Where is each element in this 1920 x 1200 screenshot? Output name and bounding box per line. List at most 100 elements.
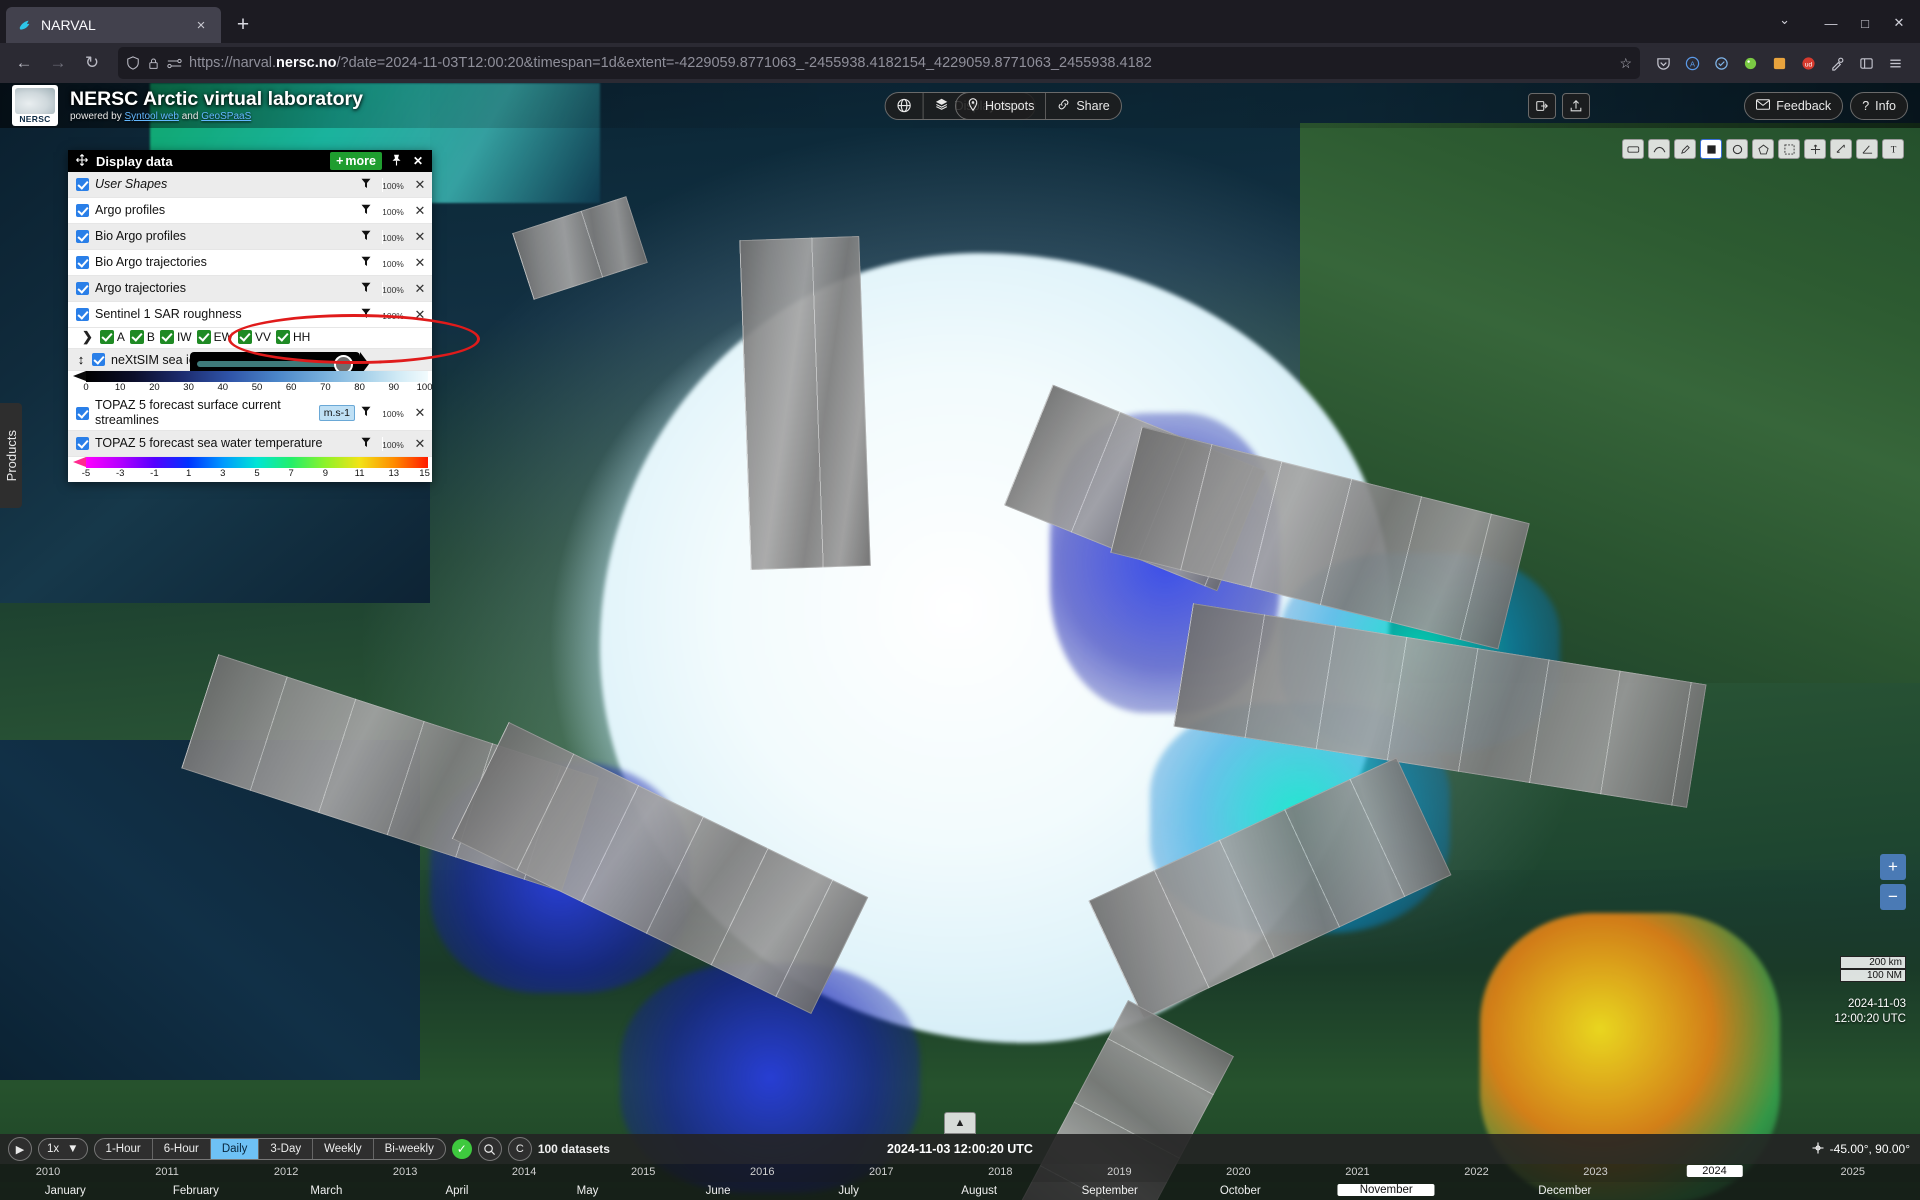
year[interactable]: 2015 — [631, 1166, 655, 1178]
layer-checkbox[interactable] — [76, 230, 89, 243]
account-icon[interactable]: A — [1679, 50, 1705, 76]
month-current[interactable]: November — [1337, 1184, 1435, 1196]
month[interactable]: October — [1220, 1185, 1261, 1197]
zoom-out-button[interactable]: − — [1880, 884, 1906, 910]
layer-checkbox[interactable] — [92, 353, 105, 366]
sar-checkbox[interactable] — [275, 330, 290, 344]
polygon-icon[interactable] — [1752, 139, 1774, 159]
menu-icon[interactable] — [1882, 50, 1908, 76]
layer-checkbox[interactable] — [76, 178, 89, 191]
year[interactable]: 2021 — [1345, 1166, 1369, 1178]
year[interactable]: 2016 — [750, 1166, 774, 1178]
year[interactable]: 2020 — [1226, 1166, 1250, 1178]
sar-checkbox[interactable] — [159, 330, 174, 344]
remove-layer-icon[interactable]: ✕ — [414, 255, 426, 271]
eraser-icon[interactable] — [1622, 139, 1644, 159]
remove-layer-icon[interactable]: ✕ — [414, 203, 426, 219]
bookmark-icon[interactable]: ☆ — [1619, 55, 1632, 72]
reload-icon[interactable]: ↻ — [76, 47, 108, 79]
url-text[interactable]: https://narval.nersc.no/?date=2024-11-03… — [189, 55, 1612, 71]
text-icon[interactable]: T — [1882, 139, 1904, 159]
remove-layer-icon[interactable]: ✕ — [414, 177, 426, 193]
year[interactable]: 2022 — [1464, 1166, 1488, 1178]
timestep-1-hour[interactable]: 1-Hour — [95, 1139, 152, 1159]
timestep-daily[interactable]: Daily — [209, 1139, 259, 1159]
circle-icon[interactable] — [1726, 139, 1748, 159]
layer-checkbox[interactable] — [76, 256, 89, 269]
move-icon[interactable] — [1804, 139, 1826, 159]
address-bar[interactable]: https://narval.nersc.no/?date=2024-11-03… — [118, 47, 1640, 79]
info-button[interactable]: ? Info — [1851, 93, 1907, 119]
opacity-control[interactable]: 100% — [378, 282, 408, 296]
globe-icon[interactable] — [886, 93, 923, 119]
lock-icon[interactable] — [147, 57, 160, 70]
opacity-control[interactable]: 100% — [378, 437, 408, 451]
forward-icon[interactable]: → — [42, 47, 74, 79]
remove-layer-icon[interactable]: ✕ — [414, 405, 426, 421]
pencil-icon[interactable] — [1674, 139, 1696, 159]
shield-ext-icon[interactable] — [1708, 50, 1734, 76]
remove-layer-icon[interactable]: ✕ — [414, 436, 426, 452]
close-panel-icon[interactable]: ✕ — [410, 154, 426, 168]
year[interactable]: 2025 — [1841, 1166, 1865, 1178]
add-more-button[interactable]: + more — [330, 152, 382, 170]
timestep-3-day[interactable]: 3-Day — [258, 1139, 312, 1159]
polyline-icon[interactable] — [1648, 139, 1670, 159]
shield-icon[interactable] — [126, 56, 140, 70]
month[interactable]: December — [1538, 1185, 1591, 1197]
month[interactable]: May — [577, 1185, 599, 1197]
sar-checkbox[interactable] — [237, 330, 252, 344]
month[interactable]: September — [1082, 1185, 1138, 1197]
year[interactable]: 2011 — [155, 1166, 179, 1178]
sar-option-hh[interactable]: HH — [275, 330, 310, 344]
close-window-button[interactable]: ✕ — [1884, 10, 1914, 36]
geospaas-link[interactable]: GeoSPaaS — [201, 111, 251, 122]
zoom-in-button[interactable]: + — [1880, 854, 1906, 880]
layer-checkbox[interactable] — [76, 282, 89, 295]
month[interactable]: February — [173, 1185, 219, 1197]
status-badge[interactable]: ✓ — [451, 1139, 472, 1159]
eyedropper-icon[interactable] — [1824, 50, 1850, 76]
timeline-months[interactable]: January February March April May June Ju… — [0, 1182, 1920, 1200]
search-icon[interactable] — [477, 1137, 502, 1161]
browser-tab[interactable]: NARVAL × — [6, 7, 221, 43]
square-icon[interactable] — [1700, 139, 1722, 159]
opacity-control[interactable]: 100% — [378, 308, 408, 322]
month[interactable]: March — [310, 1185, 342, 1197]
share-button[interactable]: Share — [1045, 92, 1120, 119]
pocket-icon[interactable] — [1650, 50, 1676, 76]
opacity-control[interactable]: 100% — [378, 406, 408, 420]
layer-row-topaz-sea-water-temperature[interactable]: TOPAZ 5 forecast sea water temperature 1… — [68, 431, 432, 457]
year[interactable]: 2017 — [869, 1166, 893, 1178]
year[interactable]: 2013 — [393, 1166, 417, 1178]
sar-option-a[interactable]: A — [99, 330, 125, 344]
sar-option-b[interactable]: B — [129, 330, 155, 344]
products-tab[interactable]: Products — [0, 403, 22, 508]
palette-icon[interactable] — [1737, 50, 1763, 76]
login-icon[interactable] — [1528, 92, 1556, 119]
sar-option-vv[interactable]: VV — [237, 330, 271, 344]
move-icon[interactable] — [74, 153, 90, 169]
filter-icon[interactable] — [361, 230, 372, 244]
filter-icon[interactable] — [361, 256, 372, 270]
month[interactable]: January — [45, 1185, 86, 1197]
opacity-control[interactable]: 100% — [378, 178, 408, 192]
feedback-button[interactable]: Feedback — [1745, 93, 1842, 119]
play-button[interactable]: ▶ — [8, 1137, 32, 1161]
badge-ud-icon[interactable]: ud — [1795, 50, 1821, 76]
back-icon[interactable]: ← — [8, 47, 40, 79]
layer-row-bio-argo-profiles[interactable]: Bio Argo profiles 100% ✕ — [68, 224, 432, 250]
month[interactable]: June — [706, 1185, 731, 1197]
layer-row-nextsim-sea-ice[interactable]: ↕ neXtSIM sea ice conce 100% — [68, 349, 432, 376]
layer-checkbox[interactable] — [76, 204, 89, 217]
year[interactable]: 2010 — [36, 1166, 60, 1178]
layer-row-argo-profiles[interactable]: Argo profiles 100% ✕ — [68, 198, 432, 224]
new-tab-button[interactable]: + — [227, 9, 259, 41]
layer-row-topaz-surface-current[interactable]: TOPAZ 5 forecast surface current streamli… — [68, 396, 432, 431]
layer-checkbox[interactable] — [76, 437, 89, 450]
filter-icon[interactable] — [361, 178, 372, 192]
opacity-control[interactable]: 100% — [378, 204, 408, 218]
sidebar-icon[interactable] — [1853, 50, 1879, 76]
sar-checkbox[interactable] — [129, 330, 144, 344]
timeline-years[interactable]: 2010 2011 2012 2013 2014 2015 2016 2017 … — [0, 1164, 1920, 1182]
